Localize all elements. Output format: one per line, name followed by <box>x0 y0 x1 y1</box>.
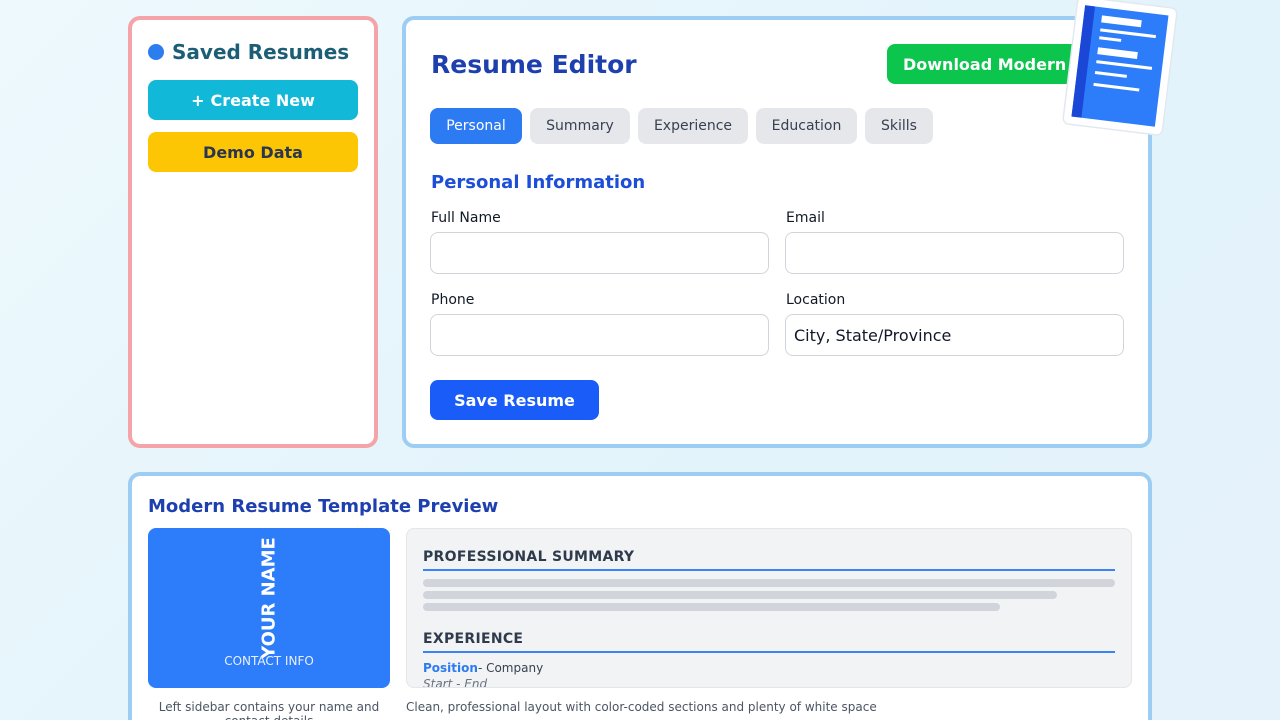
tab-skills[interactable]: Skills <box>865 108 933 144</box>
saved-resumes-title: Saved Resumes <box>172 40 350 64</box>
tab-personal[interactable]: Personal <box>430 108 522 144</box>
template-preview-panel: Modern Resume Template Preview YOUR NAME… <box>128 472 1152 720</box>
preview-contact-info: CONTACT INFO <box>224 654 314 668</box>
save-resume-button[interactable]: Save Resume <box>430 380 599 420</box>
saved-resumes-header: Saved Resumes <box>148 40 349 64</box>
location-field[interactable] <box>785 314 1124 356</box>
dot-icon <box>148 44 164 60</box>
placeholder-line <box>423 591 1057 599</box>
preview-position-line: Position- Company <box>423 661 543 675</box>
preview-name: YOUR NAME <box>258 537 280 659</box>
tab-education[interactable]: Education <box>756 108 857 144</box>
placeholder-line <box>423 579 1115 587</box>
tab-summary[interactable]: Summary <box>530 108 630 144</box>
caption-right: Clean, professional layout with color-co… <box>406 700 877 714</box>
phone-field[interactable] <box>430 314 769 356</box>
preview-main-content: PROFESSIONAL SUMMARY EXPERIENCE Position… <box>406 528 1132 688</box>
preview-dates: Start - End <box>423 677 488 688</box>
document-icon <box>1062 0 1178 136</box>
experience-divider <box>423 651 1115 653</box>
email-label: Email <box>786 210 825 226</box>
editor-title: Resume Editor <box>431 50 637 79</box>
create-new-label: Create New <box>210 90 315 110</box>
saved-resumes-panel: Saved Resumes + Create New Demo Data <box>128 16 378 448</box>
full-name-field[interactable] <box>430 232 769 274</box>
caption-left: Left sidebar contains your name and cont… <box>158 700 380 720</box>
preview-title: Modern Resume Template Preview <box>148 496 499 517</box>
preview-company: - Company <box>477 661 544 675</box>
plus-icon: + <box>191 90 205 110</box>
preview-sidebar: YOUR NAME CONTACT INFO <box>148 528 390 688</box>
preview-experience-heading: EXPERIENCE <box>423 631 524 647</box>
location-label: Location <box>786 292 846 308</box>
create-new-button[interactable]: + Create New <box>148 80 358 120</box>
download-modern-button[interactable]: Download Modern <box>887 44 1087 84</box>
tab-experience[interactable]: Experience <box>638 108 748 144</box>
resume-editor-panel: Resume Editor Download Modern Personal S… <box>402 16 1152 448</box>
preview-position: Position <box>423 661 478 675</box>
summary-divider <box>423 569 1115 571</box>
full-name-label: Full Name <box>431 210 501 226</box>
preview-summary-heading: PROFESSIONAL SUMMARY <box>423 549 635 565</box>
phone-label: Phone <box>431 292 475 308</box>
demo-data-button[interactable]: Demo Data <box>148 132 358 172</box>
personal-information-heading: Personal Information <box>431 172 646 193</box>
email-field[interactable] <box>785 232 1124 274</box>
placeholder-line <box>423 603 1000 611</box>
